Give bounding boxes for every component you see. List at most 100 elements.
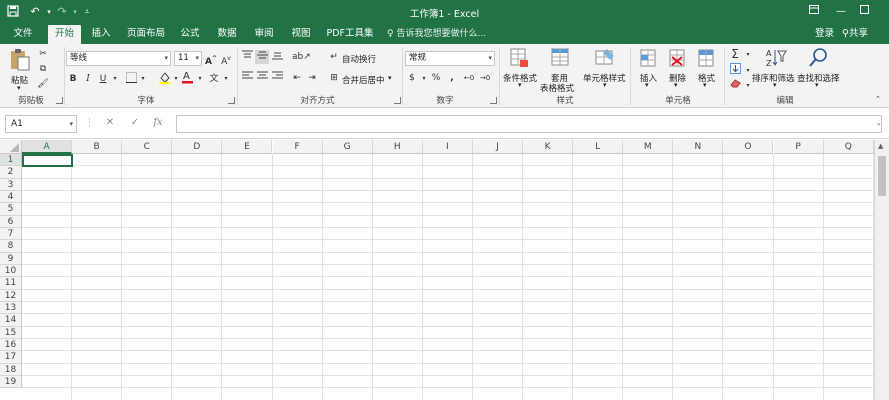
column-header-h[interactable]: H: [372, 140, 423, 154]
row-header-4[interactable]: 4: [0, 190, 22, 204]
underline-dropdown-icon[interactable]: ▾: [108, 72, 122, 86]
italic-button[interactable]: I: [81, 72, 95, 86]
column-header-p[interactable]: P: [773, 140, 824, 154]
align-top-icon[interactable]: [240, 50, 254, 64]
copy-icon[interactable]: ⧉: [36, 62, 50, 76]
scrollbar-thumb[interactable]: [878, 156, 886, 196]
tab-formulas[interactable]: 公式: [175, 25, 205, 44]
column-header-b[interactable]: B: [72, 140, 123, 154]
tab-home[interactable]: 开始: [48, 25, 81, 44]
formula-input[interactable]: [176, 115, 882, 133]
collapse-ribbon-icon[interactable]: ⌃: [875, 95, 881, 103]
align-left-icon[interactable]: [240, 71, 254, 85]
increase-decimal-icon[interactable]: ←0: [462, 71, 476, 85]
tab-page-layout[interactable]: 页面布局: [124, 25, 168, 44]
decrease-indent-icon[interactable]: ⇤: [290, 71, 304, 85]
align-right-icon[interactable]: [270, 71, 284, 85]
row-header-2[interactable]: 2: [0, 166, 22, 179]
format-dropdown-icon[interactable]: ▾: [703, 81, 707, 89]
row-header-16[interactable]: 16: [0, 338, 22, 352]
format-as-table-icon[interactable]: [551, 48, 571, 71]
row-header-9[interactable]: 9: [0, 252, 22, 265]
tab-view[interactable]: 视图: [286, 25, 316, 44]
increase-indent-icon[interactable]: ⇥: [305, 71, 319, 85]
tab-data[interactable]: 数据: [212, 25, 242, 44]
row-header-5[interactable]: 5: [0, 203, 22, 216]
percent-button[interactable]: %: [429, 71, 443, 85]
insert-function-button[interactable]: fx: [151, 116, 165, 130]
column-header-k[interactable]: K: [523, 140, 574, 154]
paste-button[interactable]: [9, 48, 31, 75]
row-header-14[interactable]: 14: [0, 314, 22, 327]
select-all-button[interactable]: [0, 140, 22, 154]
format-painter-icon[interactable]: 🖌: [36, 77, 50, 91]
column-header-m[interactable]: M: [623, 140, 674, 154]
cell-styles-icon[interactable]: [595, 48, 615, 71]
tell-me-search[interactable]: ♀ 告诉我您想要做什么...: [387, 25, 486, 44]
row-header-1[interactable]: 1: [0, 154, 22, 167]
number-format-combo[interactable]: 常规 ▾: [405, 51, 495, 66]
spreadsheet-grid[interactable]: ABCDEFGHIJKLMNOPQ 1 2 3 4 5 6 7 8 9 10 11 12 13 14 15 1…: [0, 140, 889, 400]
row-header-18[interactable]: 18: [0, 363, 22, 376]
tab-pdf-tools[interactable]: PDF工具集: [323, 25, 377, 44]
tab-review[interactable]: 审阅: [249, 25, 279, 44]
clipboard-launcher-icon[interactable]: [56, 97, 63, 104]
row-header-6[interactable]: 6: [0, 215, 22, 228]
decrease-decimal-icon[interactable]: →0: [478, 71, 492, 85]
insert-dropdown-icon[interactable]: ▾: [645, 81, 649, 89]
row-header-7[interactable]: 7: [0, 227, 22, 241]
sort-dropdown-icon[interactable]: ▾: [773, 81, 777, 89]
share-button[interactable]: ⚲共享: [842, 25, 868, 44]
format-cells-icon[interactable]: [697, 48, 715, 71]
column-header-g[interactable]: G: [322, 140, 373, 154]
row-header-15[interactable]: 15: [0, 326, 22, 339]
row-header-17[interactable]: 17: [0, 351, 22, 364]
clear-icon[interactable]: [728, 78, 742, 92]
font-size-combo[interactable]: 11 ▾: [174, 51, 202, 66]
column-header-q[interactable]: Q: [823, 140, 874, 154]
autosum-button[interactable]: Σ: [728, 47, 742, 61]
merge-center-button[interactable]: 合并后居中: [342, 74, 385, 86]
sort-filter-icon[interactable]: AZ: [765, 47, 787, 72]
maximize-icon[interactable]: [853, 4, 875, 20]
align-bottom-icon[interactable]: [270, 50, 284, 64]
find-select-icon[interactable]: [808, 47, 828, 72]
row-header-13[interactable]: 13: [0, 301, 22, 315]
row-header-19[interactable]: 19: [0, 375, 22, 389]
conditional-dropdown-icon[interactable]: ▾: [518, 81, 522, 89]
find-dropdown-icon[interactable]: ▾: [815, 81, 819, 89]
wrap-text-button[interactable]: 自动换行: [342, 53, 376, 65]
cell-styles-dropdown-icon[interactable]: ▾: [603, 81, 607, 89]
merge-center-icon[interactable]: ⊞: [327, 71, 341, 85]
vertical-scrollbar[interactable]: ▲: [874, 140, 889, 400]
insert-cells-icon[interactable]: [639, 48, 657, 71]
name-box[interactable]: A1 ▾: [5, 115, 77, 133]
active-cell-a1[interactable]: [22, 154, 73, 167]
column-header-c[interactable]: C: [122, 140, 173, 154]
sign-in-link[interactable]: 登录: [815, 25, 834, 44]
wrap-text-icon[interactable]: ↵: [327, 50, 341, 64]
merge-dropdown-icon[interactable]: ▾: [388, 74, 392, 82]
orientation-icon[interactable]: ab↗: [292, 50, 311, 64]
font-name-combo[interactable]: 等线 ▾: [66, 51, 171, 66]
ribbon-display-icon[interactable]: [803, 4, 825, 20]
delete-cells-icon[interactable]: [668, 48, 686, 71]
cut-icon[interactable]: ✂: [36, 47, 50, 61]
paste-dropdown-icon[interactable]: ▾: [17, 84, 21, 92]
font-launcher-icon[interactable]: [228, 97, 235, 104]
font-color-icon[interactable]: A: [180, 70, 194, 84]
column-header-j[interactable]: J: [472, 140, 523, 154]
cancel-icon[interactable]: ✕: [103, 116, 117, 130]
tab-file[interactable]: 文件: [8, 25, 38, 44]
fill-icon[interactable]: [728, 63, 742, 77]
enter-icon[interactable]: ✓: [128, 116, 142, 130]
row-header-12[interactable]: 12: [0, 289, 22, 302]
column-header-n[interactable]: N: [673, 140, 724, 154]
phonetic-dropdown-icon[interactable]: ▾: [219, 72, 233, 86]
column-header-i[interactable]: I: [422, 140, 473, 154]
align-middle-icon[interactable]: [255, 50, 269, 64]
delete-dropdown-icon[interactable]: ▾: [674, 81, 678, 89]
formula-bar-grip-icon[interactable]: ⋮: [85, 118, 94, 128]
number-launcher-icon[interactable]: [490, 97, 497, 104]
format-as-table-line2[interactable]: 表格格式: [540, 82, 574, 94]
